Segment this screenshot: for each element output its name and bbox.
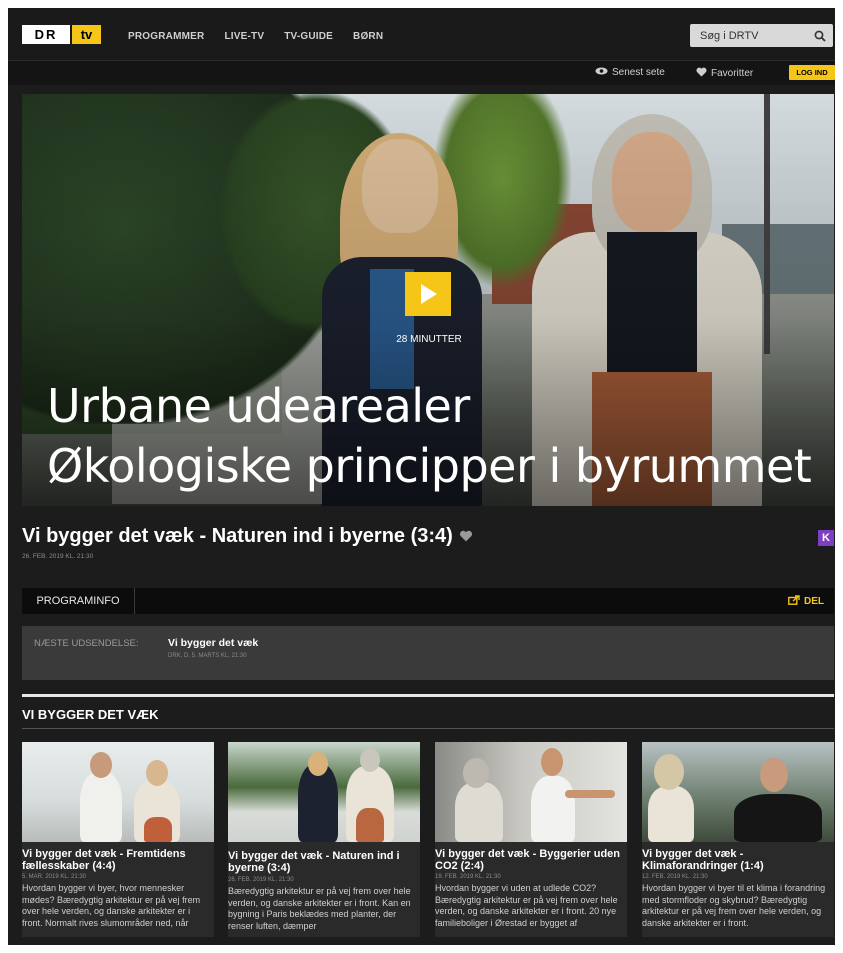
search-box [690, 24, 833, 47]
logo-dr-text: DR [22, 25, 70, 44]
episode-description: Hvordan bygger vi byer til et klima i fo… [642, 883, 826, 928]
episode-thumbnail[interactable] [435, 742, 627, 842]
share-icon [788, 595, 800, 608]
next-broadcast-label: NÆSTE UDSENDELSE: [34, 638, 139, 649]
program-title-row: Vi bygger det væk - Naturen ind i byerne… [22, 525, 473, 548]
eye-icon [595, 67, 608, 78]
episode-card[interactable]: Vi bygger det væk - Klimaforandringer (1… [642, 742, 834, 937]
recently-watched-label: Senest sete [612, 67, 665, 78]
overlay-title-line2: Økologiske principper i byrummet [47, 439, 812, 493]
favorites-label: Favoritter [711, 68, 754, 79]
episode-thumbnail[interactable] [642, 742, 834, 842]
favorite-heart-icon[interactable] [459, 525, 473, 548]
episode-title[interactable]: Vi bygger det væk - Fremtidens fællesska… [22, 848, 212, 872]
user-subbar: Senest sete Favoritter LOG IND [8, 61, 835, 85]
drtv-page: DR tv PROGRAMMER LIVE-TV TV-GUIDE BØRN S… [8, 8, 835, 945]
play-button[interactable] [405, 272, 451, 316]
episode-date: 5. MAR. 2019 KL. 21:30 [22, 874, 87, 880]
nav-live-tv[interactable]: LIVE-TV [224, 31, 264, 42]
episode-description: Hvordan bygger vi byer, hvor mennesker m… [22, 883, 201, 928]
program-title: Vi bygger det væk - Naturen ind i byerne… [22, 525, 453, 547]
episode-card[interactable]: Vi bygger det væk - Fremtidens fællesska… [22, 742, 214, 937]
section-divider [22, 694, 834, 697]
episode-card[interactable]: Vi bygger det væk - Naturen ind i byerne… [228, 742, 420, 937]
play-icon [421, 284, 437, 304]
top-navigation: DR tv PROGRAMMER LIVE-TV TV-GUIDE BØRN [8, 8, 835, 61]
login-button[interactable]: LOG IND [789, 65, 835, 80]
next-broadcast-time: DRK, D. 5. MARTS KL. 21:30 [168, 653, 247, 659]
heart-icon [696, 67, 707, 80]
episode-title[interactable]: Vi bygger det væk - Byggerier uden CO2 (… [435, 848, 625, 872]
tab-programinfo[interactable]: PROGRAMINFO [22, 588, 135, 614]
recently-watched-link[interactable]: Senest sete [595, 67, 665, 78]
next-broadcast: NÆSTE UDSENDELSE: Vi bygger det væk DRK,… [22, 626, 834, 680]
search-input[interactable] [698, 28, 812, 43]
episode-date: 26. FEB. 2019 KL. 21:30 [228, 877, 294, 883]
episode-description: Bæredygtig arkitektur er på vej frem ove… [228, 886, 411, 931]
episode-card[interactable]: Vi bygger det væk - Byggerier uden CO2 (… [435, 742, 627, 937]
episode-title[interactable]: Vi bygger det væk - Naturen ind i byerne… [228, 850, 418, 874]
episode-date: 19. FEB. 2019 KL. 21:30 [435, 874, 501, 880]
logo-tv-text: tv [72, 25, 101, 44]
dr-tv-logo[interactable]: DR tv [22, 25, 101, 44]
channel-badge: K [818, 530, 834, 546]
episode-thumbnail[interactable] [228, 742, 420, 842]
episode-title[interactable]: Vi bygger det væk - Klimaforandringer (1… [642, 848, 832, 872]
overlay-title-line1: Urbane udearealer [47, 379, 470, 433]
share-button[interactable]: DEL [788, 595, 824, 608]
nav-born[interactable]: BØRN [353, 31, 383, 42]
program-date: 26. FEB. 2019 KL. 21:30 [22, 553, 94, 560]
favorites-link[interactable]: Favoritter [696, 67, 753, 80]
series-heading: VI BYGGER DET VÆK [22, 707, 159, 722]
hero-video[interactable]: 28 MINUTTER Urbane udearealer Økologiske… [22, 94, 834, 506]
program-tabbar: PROGRAMINFO DEL [22, 588, 834, 614]
next-broadcast-title[interactable]: Vi bygger det væk [168, 637, 258, 649]
episode-thumbnail[interactable] [22, 742, 214, 842]
main-nav: PROGRAMMER LIVE-TV TV-GUIDE BØRN [128, 31, 383, 42]
episode-date: 12. FEB. 2019 KL. 21:30 [642, 874, 708, 880]
video-duration: 28 MINUTTER [396, 334, 462, 345]
episode-description: Hvordan bygger vi uden at udlede CO2? Bæ… [435, 883, 618, 928]
share-label: DEL [804, 596, 824, 607]
nav-programmer[interactable]: PROGRAMMER [128, 31, 204, 42]
nav-tv-guide[interactable]: TV-GUIDE [284, 31, 333, 42]
series-heading-underline [22, 728, 834, 729]
search-icon[interactable] [814, 29, 826, 47]
